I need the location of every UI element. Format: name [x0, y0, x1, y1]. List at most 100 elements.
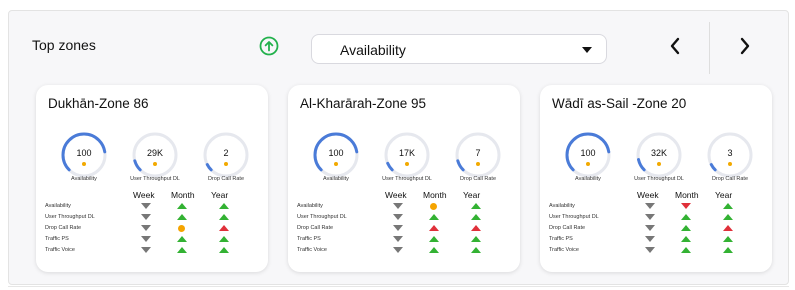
- trend-indicator: [471, 214, 481, 221]
- trend-up-icon: [723, 247, 733, 253]
- kpi-gauge: 32K User Throughput DL: [631, 131, 687, 182]
- trend-down-icon: [645, 225, 655, 231]
- status-dot: [82, 162, 86, 166]
- kpi-row-label: Traffic Voice: [549, 247, 579, 253]
- trend-indicator: [429, 247, 439, 254]
- trend-up-icon: [471, 214, 481, 220]
- status-dot: [476, 162, 480, 166]
- gauge-value: 7: [475, 148, 481, 158]
- trend-indicator: [177, 247, 187, 254]
- trend-up-icon: [429, 236, 439, 242]
- trend-indicator: [645, 203, 655, 210]
- trend-indicator: [429, 214, 439, 221]
- trend-up-icon: [471, 247, 481, 253]
- zone-card[interactable]: Al-Kharārah-Zone 95 100 Availability 17K Use…: [288, 85, 520, 272]
- trend-indicator: [141, 225, 151, 232]
- trend-up-icon: [177, 247, 187, 253]
- trend-indicator: [177, 214, 187, 221]
- trend-down-icon: [141, 214, 151, 220]
- trend-up-icon: [723, 236, 733, 242]
- gauge-value: 3: [727, 148, 733, 158]
- trend-up-red-icon: [219, 225, 229, 231]
- trend-indicator: [393, 214, 403, 221]
- trend-indicator: [429, 225, 439, 232]
- column-header: Year: [715, 190, 733, 200]
- trend-indicator: [681, 247, 691, 254]
- kpi-gauge: 29K User Throughput DL: [127, 131, 183, 182]
- status-dot: [586, 162, 590, 166]
- kpi-gauge: 3 Drop Call Rate: [702, 131, 758, 182]
- trend-down-icon: [645, 203, 655, 209]
- trend-indicator: [177, 203, 187, 210]
- chevron-left-icon[interactable]: [663, 33, 687, 59]
- trend-down-icon: [393, 225, 403, 231]
- neutral-dot-icon: [430, 203, 437, 210]
- status-dot: [334, 162, 338, 166]
- status-dot: [405, 162, 409, 166]
- trend-up-icon: [471, 203, 481, 209]
- zone-card[interactable]: Wādī as-Sail -Zone 20 100 Availability 32K U…: [540, 85, 772, 272]
- trend-indicator: [681, 214, 691, 221]
- trend-indicator: [471, 225, 481, 232]
- nav-divider: [709, 22, 710, 74]
- status-dot: [153, 162, 157, 166]
- kpi-select[interactable]: Availability: [311, 34, 607, 64]
- gauge-label: Drop Call Rate: [207, 176, 245, 182]
- caret-down-icon: [582, 47, 592, 53]
- trend-indicator: [393, 247, 403, 254]
- column-header: Week: [385, 190, 407, 200]
- gauge-value: 29K: [146, 148, 163, 158]
- trend-indicator: [723, 203, 733, 210]
- trend-indicator: [645, 236, 655, 243]
- circle-arrow-up-icon[interactable]: [259, 36, 279, 56]
- column-header: Year: [463, 190, 481, 200]
- kpi-select-value: Availability: [340, 42, 406, 58]
- trend-up-icon: [681, 214, 691, 220]
- gauge-value: 32K: [650, 148, 667, 158]
- trend-indicator: [141, 203, 151, 210]
- trend-up-icon: [219, 214, 229, 220]
- trend-up-red-icon: [471, 225, 481, 231]
- trend-indicator: [723, 247, 733, 254]
- chevron-right-icon[interactable]: [733, 33, 757, 59]
- column-header: Year: [211, 190, 229, 200]
- trend-down-icon: [393, 247, 403, 253]
- trend-indicator: [429, 203, 439, 210]
- trend-indicator: [177, 236, 187, 243]
- trend-up-icon: [681, 247, 691, 253]
- trend-up-icon: [177, 203, 187, 209]
- kpi-gauge: 100 Availability: [560, 131, 616, 182]
- trend-indicator: [177, 225, 187, 232]
- trend-indicator: [471, 247, 481, 254]
- trend-up-red-icon: [429, 225, 439, 231]
- trend-indicator: [681, 225, 691, 232]
- trend-indicator: [219, 236, 229, 243]
- kpi-row-label: Availability: [297, 203, 323, 209]
- trend-indicator: [219, 225, 229, 232]
- trend-up-icon: [723, 203, 733, 209]
- trend-indicator: [141, 236, 151, 243]
- divider: [8, 286, 789, 287]
- kpi-gauge: 2 Drop Call Rate: [198, 131, 254, 182]
- trend-down-icon: [645, 214, 655, 220]
- trend-up-icon: [219, 236, 229, 242]
- zone-name: Al-Kharārah-Zone 95: [300, 96, 427, 111]
- trend-up-icon: [219, 203, 229, 209]
- column-header: Month: [171, 190, 195, 200]
- trend-indicator: [471, 203, 481, 210]
- kpi-row-label: Drop Call Rate: [297, 225, 334, 231]
- trend-indicator: [681, 236, 691, 243]
- gauge-label: Drop Call Rate: [459, 176, 497, 182]
- neutral-dot-icon: [178, 225, 185, 232]
- kpi-row-label: Traffic Voice: [45, 247, 75, 253]
- kpi-row-label: User Throughput DL: [297, 214, 347, 220]
- trend-down-icon: [393, 214, 403, 220]
- zone-card[interactable]: Dukhān-Zone 86 100 Availability 29K User Thr…: [36, 85, 268, 272]
- column-header: Month: [423, 190, 447, 200]
- trend-up-icon: [429, 247, 439, 253]
- zone-name: Dukhān-Zone 86: [48, 96, 149, 111]
- trend-up-icon: [177, 236, 187, 242]
- kpi-gauge: 7 Drop Call Rate: [450, 131, 506, 182]
- kpi-row-label: Traffic PS: [297, 236, 321, 242]
- trend-indicator: [393, 236, 403, 243]
